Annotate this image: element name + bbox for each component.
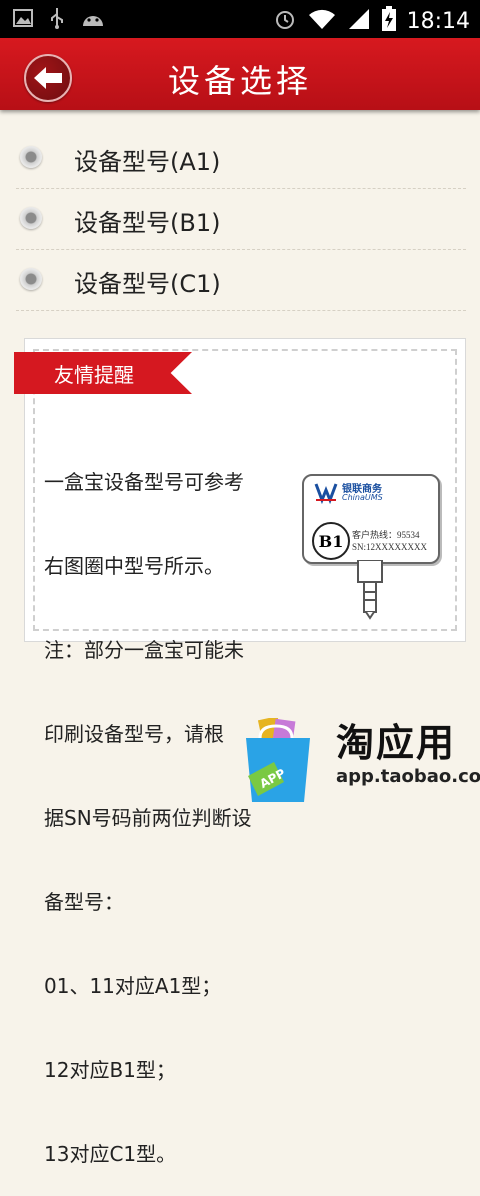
tip-line: 01、11对应A1型； bbox=[44, 974, 222, 998]
device-option-label: 设备型号(B1) bbox=[74, 209, 221, 237]
device-sn: SN:12XXXXXXXX bbox=[352, 542, 428, 552]
shopping-bag-icon: APP bbox=[240, 716, 324, 802]
page-title: 设备选择 bbox=[167, 62, 312, 100]
taobao-app-promo[interactable]: APP 淘应用 app.taobao.com bbox=[240, 706, 480, 802]
radio-button[interactable] bbox=[20, 146, 42, 168]
tip-text: 一盒宝设备型号可参考 右图圈中型号所示。 注：部分一盒宝可能未 印刷设备型号，请… bbox=[44, 412, 304, 1196]
tip-line: 12对应B1型； bbox=[44, 1058, 176, 1082]
battery-icon bbox=[381, 6, 397, 36]
tip-ribbon: 友情提醒 bbox=[14, 352, 192, 394]
status-left-icons bbox=[12, 6, 106, 34]
promo-url: app.taobao.com bbox=[336, 766, 480, 787]
tip-line: 一盒宝设备型号可参考 bbox=[44, 470, 244, 494]
radio-button[interactable] bbox=[20, 268, 42, 290]
audio-plug-icon bbox=[350, 559, 390, 624]
app-header: 设备选择 bbox=[0, 38, 480, 110]
device-option-label: 设备型号(A1) bbox=[74, 148, 221, 176]
radio-button[interactable] bbox=[20, 207, 42, 229]
brand-name-en: ChinaUMS bbox=[342, 493, 383, 502]
wifi-icon bbox=[307, 7, 337, 35]
alarm-icon bbox=[273, 7, 297, 35]
status-right-icons: 18:14 bbox=[273, 6, 470, 36]
device-option-label: 设备型号(C1) bbox=[74, 270, 221, 298]
android-icon bbox=[80, 8, 106, 32]
signal-icon bbox=[347, 7, 371, 35]
device-hotline: 客户热线：95534 bbox=[352, 530, 420, 540]
tip-line: 右图圈中型号所示。 bbox=[44, 554, 224, 578]
tip-line: 据SN号码前两位判断设 bbox=[44, 806, 252, 830]
status-time: 18:14 bbox=[406, 8, 470, 34]
tip-line: 注：部分一盒宝可能未 bbox=[44, 638, 244, 662]
tip-line: 备型号： bbox=[44, 890, 124, 914]
device-option-c1[interactable]: 设备型号(C1) bbox=[16, 250, 466, 311]
image-icon bbox=[12, 7, 34, 33]
usb-icon bbox=[48, 6, 66, 34]
tip-line: 13对应C1型。 bbox=[44, 1142, 177, 1166]
device-option-list: 设备型号(A1) 设备型号(B1) 设备型号(C1) bbox=[16, 128, 466, 311]
device-option-b1[interactable]: 设备型号(B1) bbox=[16, 189, 466, 250]
device-illustration: 银联商务 ChinaUMS B1 客户热线：95534 SN:12XXXXXXX… bbox=[302, 474, 440, 564]
device-option-a1[interactable]: 设备型号(A1) bbox=[16, 128, 466, 189]
promo-title: 淘应用 bbox=[336, 721, 457, 765]
status-bar: 18:14 bbox=[0, 0, 480, 38]
device-model-circle: B1 bbox=[312, 522, 350, 560]
